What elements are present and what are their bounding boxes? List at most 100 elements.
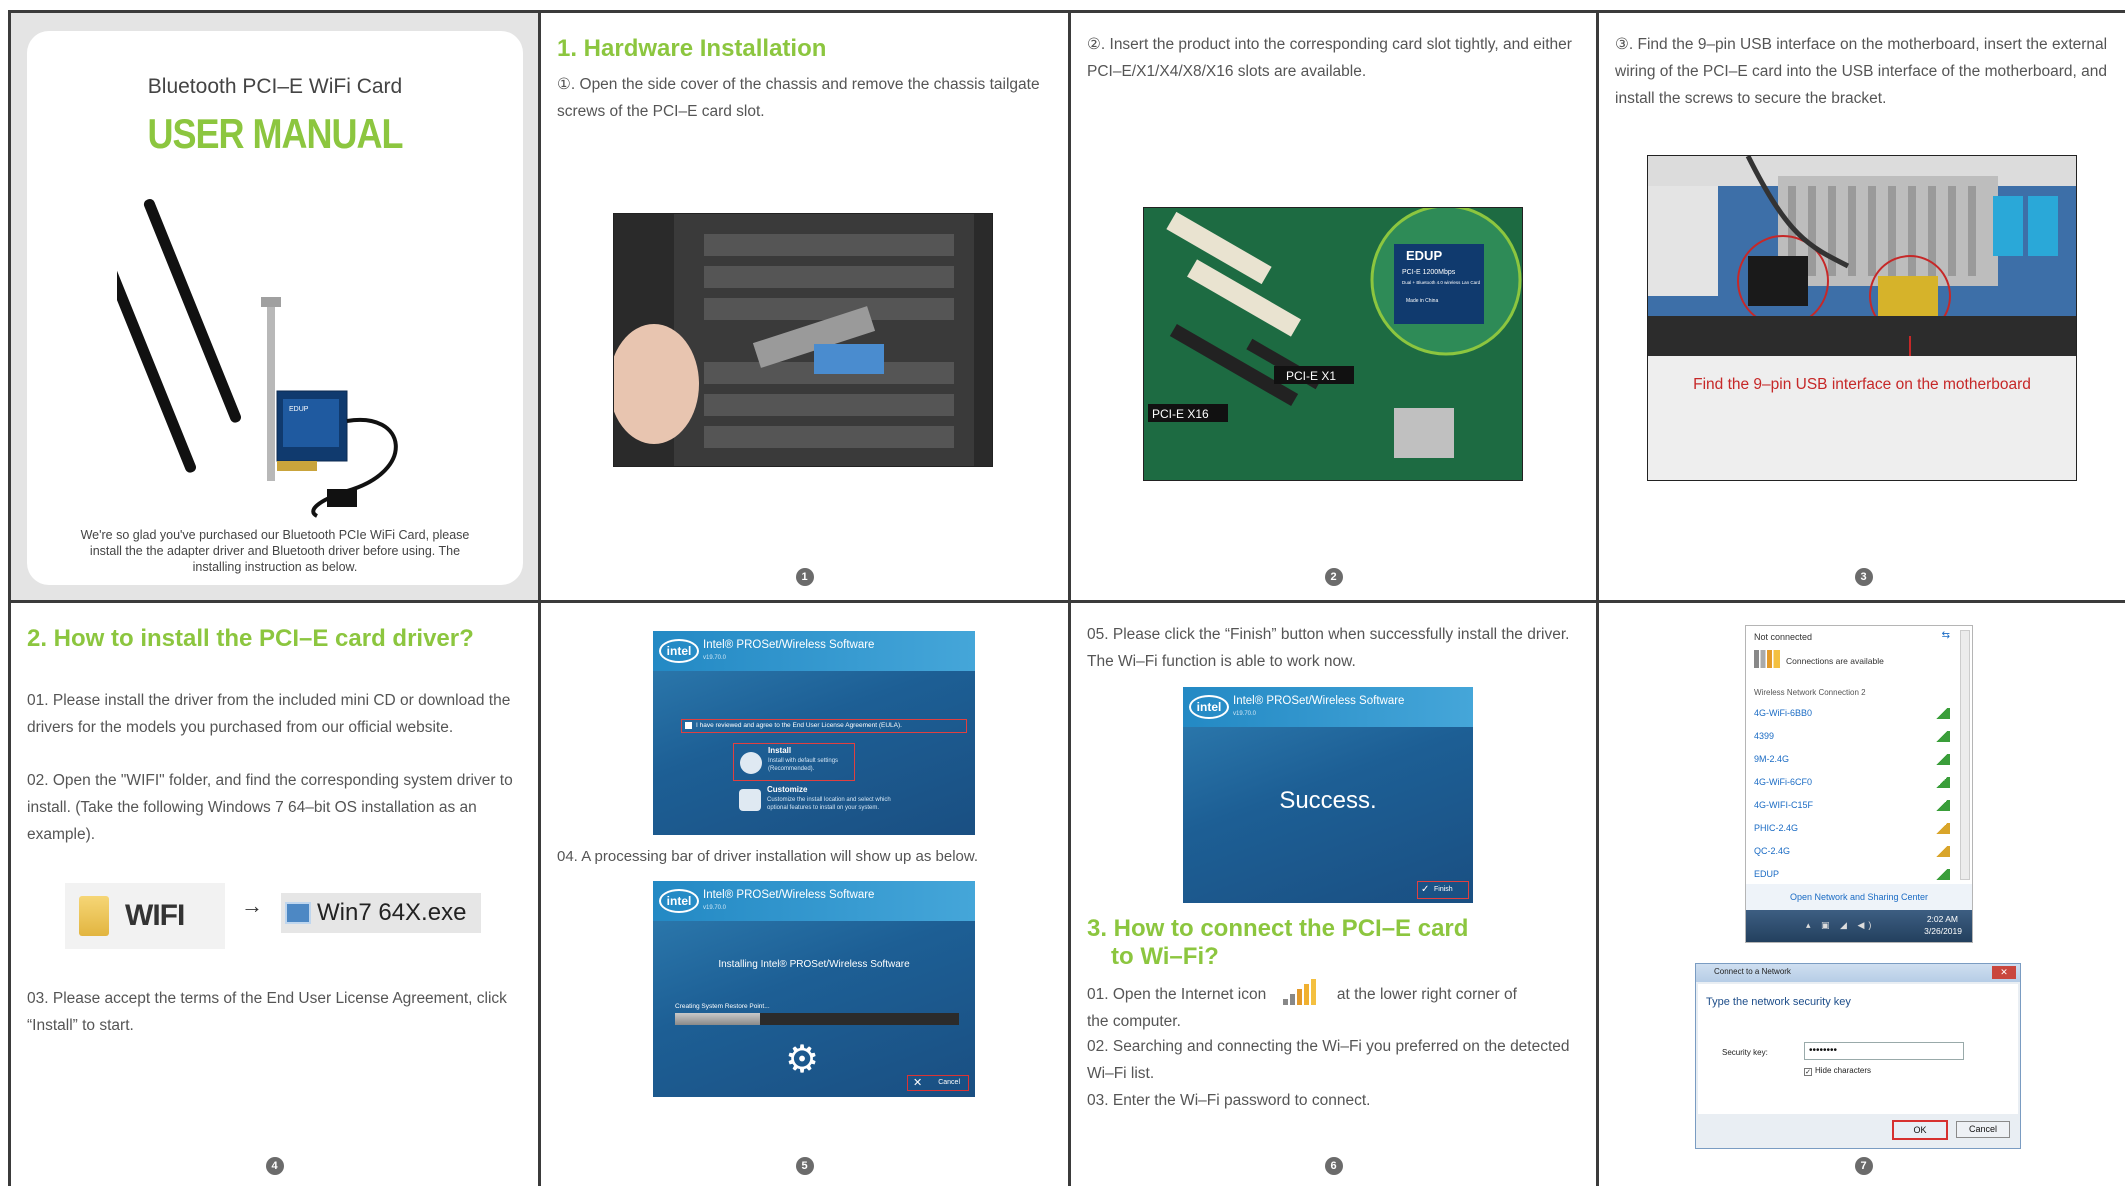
wifi-card-product-image: EDUP [117, 198, 398, 518]
list-item[interactable]: PHIC-2.4G [1754, 823, 1798, 833]
driver-install-panel: 2. How to install the PCI–E card driver?… [11, 603, 541, 1186]
wifi-signal-icon [1934, 708, 1950, 719]
connect-step-1a: 01. Open the Internet icon [1087, 986, 1267, 1003]
customize-icon [739, 789, 761, 811]
hide-characters-checkbox[interactable]: ✓ Hide characters [1804, 1066, 1871, 1076]
insert-card-panel: ②. Insert the product into the correspon… [1071, 13, 1599, 603]
customize-option[interactable]: Customize Customize the install location… [733, 783, 893, 823]
installer-app-name: Intel® PROSet/Wireless Software [703, 639, 875, 651]
restore-text: Creating System Restore Point... [675, 1003, 770, 1010]
dialog-titlebar: Connect to a Network ✕ [1696, 964, 2020, 982]
list-item[interactable]: EDUP [1754, 869, 1779, 879]
checkbox-icon: ✓ [1804, 1068, 1812, 1076]
heading-line-2: to Wi–Fi? [1111, 943, 1219, 970]
install-title: Install [768, 746, 792, 755]
step-number: 3 [1854, 568, 1873, 586]
installer-app-name: Intel® PROSet/Wireless Software [703, 889, 875, 901]
security-key-label: Security key: [1722, 1048, 1768, 1057]
signal-icon [1754, 650, 1780, 668]
usb-caption: Find the 9–pin USB interface on the moth… [1693, 376, 2031, 393]
step-text: ③. Find the 9–pin USB interface on the m… [1615, 36, 2108, 107]
step-1-text: 01. Please install the driver from the i… [27, 692, 511, 736]
security-key-input[interactable]: •••••••• [1804, 1042, 1964, 1060]
list-item[interactable]: QC-2.4G [1754, 846, 1790, 856]
installer-version: v19.70.0 [703, 905, 727, 911]
step-text: ①. Open the side cover of the chassis an… [557, 76, 1040, 120]
step-2-text: 02. Open the "WIFI" folder, and find the… [27, 772, 513, 843]
installer-progress-screenshot: intel Intel® PROSet/Wireless Software v1… [653, 881, 975, 1097]
installer-version: v19.70.0 [703, 655, 727, 661]
folder-icon [79, 896, 109, 936]
eula-row[interactable]: I have reviewed and agree to the End Use… [681, 719, 967, 733]
cancel-label: Cancel [938, 1079, 960, 1086]
dialog-title: Connect to a Network [1714, 967, 1791, 976]
taskbar: ▴ ▣ ◢ ◀) 2:02 AM 3/26/2019 [1746, 910, 1972, 942]
dialog-close-button[interactable]: ✕ [1992, 966, 2016, 979]
step-number: 6 [1324, 1157, 1343, 1175]
cancel-button[interactable]: Cancel [1956, 1121, 2010, 1138]
installer-welcome-screenshot: intel Intel® PROSet/Wireless Software v1… [653, 631, 975, 835]
available-label: Connections are available [1786, 656, 1884, 666]
hide-characters-label: Hide characters [1815, 1066, 1872, 1075]
hardware-install-panel: 1. Hardware Installation ①. Open the sid… [541, 13, 1071, 603]
wifi-connect-panel: Not connected ⇆ Connections are availabl… [1599, 603, 2125, 1186]
progress-bar [675, 1013, 959, 1025]
ok-button[interactable]: OK [1892, 1120, 1948, 1140]
refresh-icon[interactable]: ⇆ [1942, 630, 1950, 641]
motherboard-slot-photo: EDUP PCI-E 1200Mbps Dual + Bluetooth 4.0… [1143, 207, 1523, 481]
section-heading: 1. Hardware Installation [557, 35, 827, 62]
badge-line3: Made in China [1406, 298, 1438, 304]
install-icon [740, 752, 762, 774]
tray-icons[interactable]: ▴ ▣ ◢ ◀) [1806, 920, 1875, 931]
section-heading: 2. How to install the PCI–E card driver? [27, 625, 474, 652]
installer-version: v19.70.0 [1233, 711, 1257, 717]
label-pcie-x16: PCI-E X16 [1152, 407, 1209, 421]
step-number: 2 [1324, 568, 1343, 586]
list-item[interactable]: 9M-2.4G [1754, 754, 1789, 764]
list-item[interactable]: 4G-WiFi-6CF0 [1754, 777, 1812, 787]
step-number: 5 [795, 1157, 814, 1175]
eula-checkbox[interactable] [685, 722, 692, 729]
close-icon: ✕ [913, 1077, 923, 1089]
manual-sheet: Bluetooth PCI–E WiFi Card USER MANUAL ED… [8, 10, 2125, 1186]
cancel-button[interactable]: ✕ Cancel [907, 1075, 969, 1091]
label-pcie-x1: PCI-E X1 [1286, 369, 1336, 383]
intel-logo: intel [1189, 695, 1229, 719]
finish-button[interactable]: ✓ Finish [1417, 881, 1469, 899]
badge-line1: PCI-E 1200Mbps [1402, 269, 1456, 276]
installer-panel: intel Intel® PROSet/Wireless Software v1… [541, 603, 1071, 1186]
arrow: → [241, 893, 263, 918]
usb-interface-panel: ③. Find the 9–pin USB interface on the m… [1599, 13, 2125, 603]
success-screenshot: intel Intel® PROSet/Wireless Software v1… [1183, 687, 1473, 903]
badge-line2: Dual + Bluetooth 4.0 wireless Lan Card [1402, 280, 1481, 285]
step-number: 4 [265, 1157, 284, 1175]
list-item[interactable]: 4G-WIFI-C15F [1754, 800, 1813, 810]
installer-header: intel Intel® PROSet/Wireless Software v1… [653, 881, 975, 921]
install-option[interactable]: Install Install with default settings (R… [733, 743, 855, 781]
connect-step-1b: at the lower right corner of [1336, 986, 1517, 1003]
intel-logo: intel [659, 639, 699, 663]
customize-title: Customize [767, 785, 808, 794]
wifi-signal-icon [1934, 777, 1950, 788]
clock-date: 3/26/2019 [1924, 926, 1962, 936]
connect-step-1c: the computer. [1087, 1013, 1181, 1030]
step-number: 7 [1854, 1157, 1873, 1175]
scrollbar[interactable] [1960, 630, 1970, 880]
wifi-signal-icon [1934, 800, 1950, 811]
wifi-flyout-screenshot: Not connected ⇆ Connections are availabl… [1745, 625, 1973, 943]
list-item[interactable]: 4399 [1754, 731, 1774, 741]
wifi-signal-icon [1934, 731, 1950, 742]
chassis-photo [613, 213, 993, 467]
installer-header: intel Intel® PROSet/Wireless Software v1… [653, 631, 975, 671]
section-label: Wireless Network Connection 2 [1754, 688, 1866, 697]
cover-card: Bluetooth PCI–E WiFi Card USER MANUAL ED… [27, 31, 523, 585]
dialog-heading: Type the network security key [1706, 996, 1851, 1008]
open-network-center-link[interactable]: Open Network and Sharing Center [1746, 884, 1972, 910]
wifi-signal-icon [1934, 823, 1950, 834]
list-item[interactable]: 4G-WiFi-6BB0 [1754, 708, 1812, 718]
installer-app-name: Intel® PROSet/Wireless Software [1233, 695, 1405, 707]
wifi-signal-icon [1934, 754, 1950, 765]
connect-step-1: 01. Open the Internet icon at the lower … [1087, 979, 1587, 1035]
svg-text:EDUP: EDUP [289, 406, 309, 413]
intel-logo: intel [659, 889, 699, 913]
